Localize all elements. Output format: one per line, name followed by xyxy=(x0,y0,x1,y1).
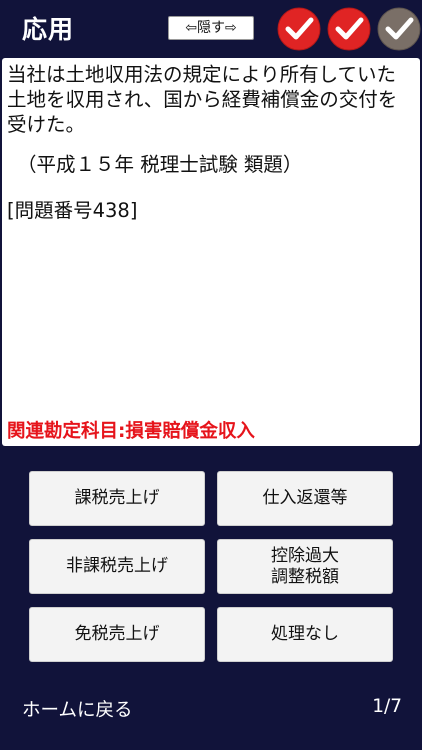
app-screen: 応用 ⇦隠す⇨ 当社は土地収用法の規定により所有していた土地を収用され、国から経… xyxy=(0,0,422,750)
answer-button-excess-deduction-adjustment[interactable]: 控除過大 調整税額 xyxy=(217,539,393,594)
home-link[interactable]: ホームに戻る xyxy=(22,696,132,722)
answer-button-exempt-sales[interactable]: 免税売上げ xyxy=(29,607,205,662)
answer-label: 控除過大 調整税額 xyxy=(271,545,339,587)
question-number: [問題番号438] xyxy=(7,199,138,222)
answer-label: 仕入返還等 xyxy=(262,488,348,508)
page-title: 応用 xyxy=(22,15,75,44)
answer-button-purchase-returns[interactable]: 仕入返還等 xyxy=(217,471,393,526)
question-source: （平成１５年 税理士試験 類題） xyxy=(17,153,303,176)
question-panel: 当社は土地収用法の規定により所有していた土地を収用され、国から経費補償金の交付を… xyxy=(2,58,420,446)
related-account: 関連勘定科目:損害賠償金収入 xyxy=(7,421,255,442)
answer-button-non-taxable-sales[interactable]: 非課税売上げ xyxy=(29,539,205,594)
hide-toggle-button[interactable]: ⇦隠す⇨ xyxy=(168,16,254,40)
answer-label: 免税売上げ xyxy=(74,624,160,644)
answer-label: 非課税売上げ xyxy=(66,556,168,576)
header-bar: 応用 ⇦隠す⇨ xyxy=(0,0,422,58)
checkmark-circle-icon xyxy=(277,7,321,51)
answer-label: 課税売上げ xyxy=(74,488,160,508)
checkmark-circle-icon xyxy=(327,7,371,51)
answer-button-taxable-sales[interactable]: 課税売上げ xyxy=(29,471,205,526)
answer-button-no-treatment[interactable]: 処理なし xyxy=(217,607,393,662)
answer-label: 処理なし xyxy=(271,624,339,644)
page-indicator: 1/7 xyxy=(372,696,402,717)
checkmark-circle-icon xyxy=(377,7,421,51)
question-text: 当社は土地収用法の規定により所有していた土地を収用され、国から経費補償金の交付を… xyxy=(7,63,398,136)
